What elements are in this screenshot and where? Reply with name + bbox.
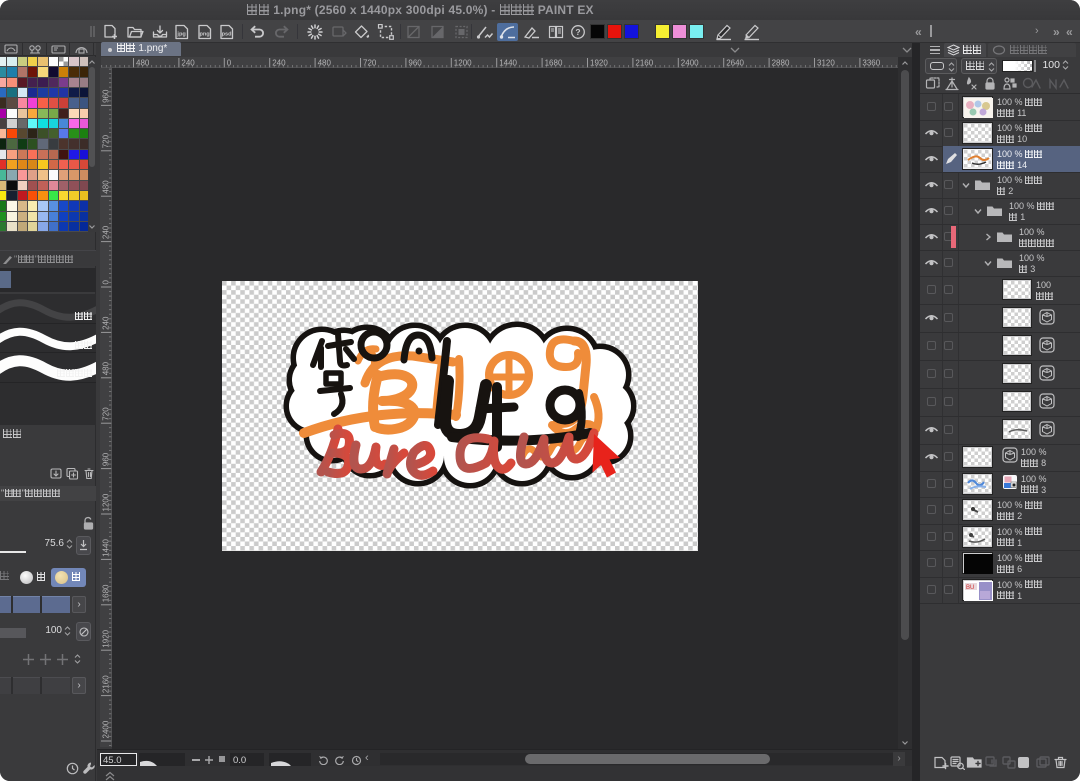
- svg-text:240: 240: [272, 59, 286, 68]
- svg-text:0: 0: [102, 280, 111, 285]
- svg-text:1920: 1920: [590, 59, 608, 68]
- svg-text:3120: 3120: [817, 59, 835, 68]
- svg-text:480: 480: [102, 180, 111, 194]
- svg-text:240: 240: [102, 225, 111, 239]
- svg-text:1680: 1680: [545, 59, 563, 68]
- svg-text:1200: 1200: [102, 493, 111, 511]
- svg-text:720: 720: [102, 407, 111, 421]
- svg-text:2160: 2160: [635, 59, 653, 68]
- svg-text:960: 960: [408, 59, 422, 68]
- svg-text:240: 240: [181, 59, 195, 68]
- svg-text:720: 720: [363, 59, 377, 68]
- svg-text:480: 480: [318, 59, 332, 68]
- svg-text:jpg: jpg: [176, 31, 186, 37]
- svg-text:2400: 2400: [681, 59, 699, 68]
- svg-text:1440: 1440: [499, 59, 517, 68]
- svg-text:?: ?: [575, 27, 580, 37]
- svg-text:960: 960: [102, 452, 111, 466]
- svg-text:png: png: [199, 31, 210, 37]
- svg-text:480: 480: [102, 361, 111, 375]
- svg-text:1440: 1440: [102, 539, 111, 557]
- svg-text:2880: 2880: [772, 59, 790, 68]
- svg-text:1680: 1680: [102, 584, 111, 602]
- svg-text:1920: 1920: [102, 629, 111, 647]
- svg-text:2640: 2640: [726, 59, 744, 68]
- svg-text:psd: psd: [222, 31, 233, 37]
- svg-text:720: 720: [102, 134, 111, 148]
- svg-text:2160: 2160: [102, 675, 111, 693]
- svg-text:0: 0: [227, 59, 232, 68]
- svg-text:3360: 3360: [862, 59, 880, 68]
- svg-text:480: 480: [136, 59, 150, 68]
- svg-text:960: 960: [102, 89, 111, 103]
- svg-text:2400: 2400: [102, 720, 111, 738]
- svg-text:240: 240: [102, 316, 111, 330]
- svg-text:1200: 1200: [454, 59, 472, 68]
- svg-text:BU: BU: [966, 585, 974, 591]
